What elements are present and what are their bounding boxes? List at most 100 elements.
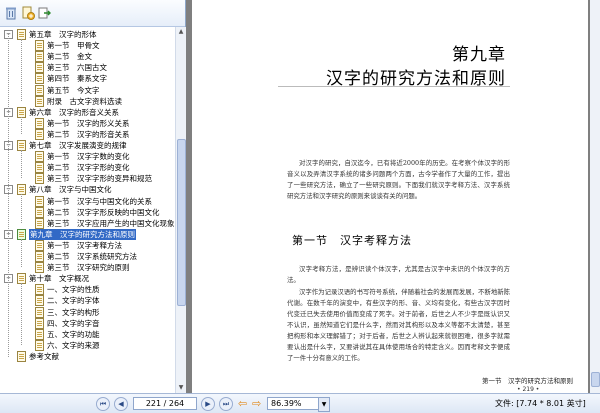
bookmark-icon [35,262,44,274]
bookmark-item[interactable]: 第一节 汉字与中国文化的关系 [0,195,174,207]
bookmark-item[interactable]: 第二节 汉字的形音关系 [0,128,174,140]
tree-connector [21,116,22,134]
viewer-scrollbar[interactable] [590,0,600,393]
forward-icon[interactable]: ⇨ [252,397,261,410]
export-icon[interactable] [38,6,52,20]
bookmark-label: 第十章 文字概况 [29,274,89,284]
bookmark-icon [35,217,44,229]
next-page-icon[interactable]: ▶ [201,397,215,411]
bookmark-item[interactable]: 四、文字的字音 [0,317,174,329]
status-bar: ⏮ ◀ 221 / 264 ▶ ⏭ ⇦ ⇨ 86.39% ▼ 文件: [7.74… [0,393,600,413]
tree-connector [21,194,22,223]
bookmark-label: 第四节 秦系文字 [47,74,107,84]
document-page: 第九章 汉字的研究方法和原则 对汉字的研究，自汉迄今，已有将近2000年的历史。… [192,0,588,393]
tree-connector [21,283,22,345]
bookmark-item[interactable]: 第二节 金文 [0,51,174,63]
title-divider [278,86,510,87]
bookmark-icon [17,350,26,362]
last-page-icon[interactable]: ⏭ [219,397,233,411]
bookmark-item[interactable]: 第一节 汉字考释方法 [0,239,174,251]
bookmark-chapter[interactable]: − 第六章 汉字的形音义关系 [0,106,174,118]
bookmark-label: 二、文字的字体 [47,296,100,306]
add-bookmark-icon[interactable] [21,6,35,20]
page-number: • 219 • [517,386,540,393]
bookmark-icon [35,206,44,218]
bookmark-item[interactable]: 六、文字的来源 [0,339,174,351]
bookmark-item[interactable]: 第三节 六国古文 [0,62,174,74]
bookmark-item[interactable]: 二、文字的字体 [0,295,174,307]
back-icon[interactable]: ⇦ [238,397,247,410]
bookmark-icon [35,151,44,163]
bookmark-icon [35,295,44,307]
bookmark-chapter[interactable]: − 第五章 汉字的形体 [0,29,174,40]
bookmark-item[interactable]: 第二节 汉字字形的变化 [0,162,174,174]
bookmark-item[interactable]: 第三节 汉字研究的原则 [0,262,174,274]
scroll-down-arrow-icon[interactable]: ▼ [177,384,185,392]
delete-icon[interactable] [4,6,18,20]
bookmark-label: 第三节 汉字研究的原则 [47,263,130,273]
sidebar-scroll-thumb[interactable] [177,139,186,306]
bookmark-chapter[interactable]: − 第七章 汉字发展演变的规律 [0,140,174,151]
bookmark-icon [35,284,44,296]
zoom-field[interactable]: 86.39% [267,397,324,410]
bookmark-icon [35,195,44,207]
bookmark-label: 第二节 汉字字形反映的中国文化 [47,207,160,217]
bookmark-label: 六、文字的来源 [47,340,100,350]
bookmark-label: 第二节 汉字系统研究方法 [47,252,137,261]
bookmark-icon [35,62,44,74]
bookmark-label: 第二节 汉字字形的变化 [47,163,130,173]
bookmark-item[interactable]: 第三节 汉字字形的变异和规范 [0,173,174,185]
tree-connector [21,39,22,101]
tree-connector [21,238,22,268]
bookmark-item[interactable]: 附录 古文字资料选读 [0,95,174,107]
bookmark-icon [35,40,44,52]
bookmark-sidebar: − 第五章 汉字的形体 第一节 甲骨文 第二节 金文 第三节 六国古文 第四节 秦系文字第… [0,0,186,393]
bookmark-icon [35,162,44,174]
bookmark-label: 参考文献 [29,351,59,361]
bookmark-label: 第二节 汉字的形音关系 [47,129,130,139]
bookmark-item[interactable]: 第一节 汉字字数的变化 [0,151,174,163]
zoom-dropdown-icon[interactable]: ▼ [318,397,330,412]
bookmark-item[interactable]: 第五节 今文字 [0,84,174,96]
bookmark-chapter[interactable]: − 第八章 汉字与中国文化 [0,184,174,196]
bookmark-chapter[interactable]: 参考文献 [0,350,174,362]
bookmark-item[interactable]: 第四节 秦系文字 [0,73,174,85]
bookmark-icon [35,95,44,107]
bookmark-label: 第一节 汉字字数的变化 [47,152,130,162]
bookmark-label: 第三节 六国古文 [47,63,107,73]
page-number-field[interactable]: 221 / 264 [133,397,197,410]
bookmark-icon [35,339,44,351]
chapter-number: 第九章 [452,45,506,65]
bookmark-chapter[interactable]: − 第九章 汉字的研究方法和原则 [0,228,174,240]
bookmark-label: 第三节 汉字字形的变异和规范 [47,174,152,184]
sidebar-scrollbar[interactable]: ▲ ▼ [175,27,186,393]
bookmark-icon [35,84,44,96]
section-paragraph: 汉字考释方法，是辨识读个体汉字，尤其是古汉字中未识的个体汉字的方法。 [287,265,510,284]
bookmark-item[interactable]: 五、文字的功能 [0,328,174,340]
viewer-scroll-thumb[interactable] [591,372,600,387]
bookmark-label: 第五节 今文字 [47,85,100,95]
bookmark-item[interactable]: 三、文字的构形 [0,306,174,318]
bookmark-chapter[interactable]: − 第十章 文字概况 [0,273,174,285]
bookmark-label: 三、文字的构形 [47,307,100,317]
prev-page-icon[interactable]: ◀ [114,397,128,411]
bookmark-icon [35,73,44,85]
scroll-up-arrow-icon[interactable]: ▲ [177,28,185,36]
bookmark-label: 第七章 汉字发展演变的规律 [29,141,127,150]
document-viewer[interactable]: 第九章 汉字的研究方法和原则 对汉字的研究，自汉迄今，已有将近2000年的历史。… [186,0,600,393]
first-page-icon[interactable]: ⏮ [96,397,110,411]
bookmark-label: 第一节 甲骨文 [47,41,100,51]
bookmark-item[interactable]: 第一节 汉字的形义关系 [0,117,174,129]
tree-connector [21,150,22,179]
section-paragraph: 汉字作为记录汉语的书写符号系统，伴随着社会的发展而发展，不断地新陈代谢。在数千年… [287,288,510,362]
file-size-label: 文件: [7.74 * 8.01 英寸] [495,399,586,408]
bookmark-item[interactable]: 一、文字的性质 [0,284,174,296]
bookmark-icon [35,328,44,340]
section-title: 第一节 汉字考释方法 [292,234,412,247]
bookmark-label: 第一节 汉字考释方法 [47,240,122,250]
bookmark-item[interactable]: 第一节 甲骨文 [0,40,174,52]
bookmark-item[interactable]: 第三节 汉字应用产生的中国文化现象 [0,217,174,229]
bookmark-item[interactable]: 第二节 汉字系统研究方法 [0,251,174,262]
bookmark-item[interactable]: 第二节 汉字字形反映的中国文化 [0,206,174,218]
bookmark-label: 第三节 汉字应用产生的中国文化现象 [47,218,174,228]
